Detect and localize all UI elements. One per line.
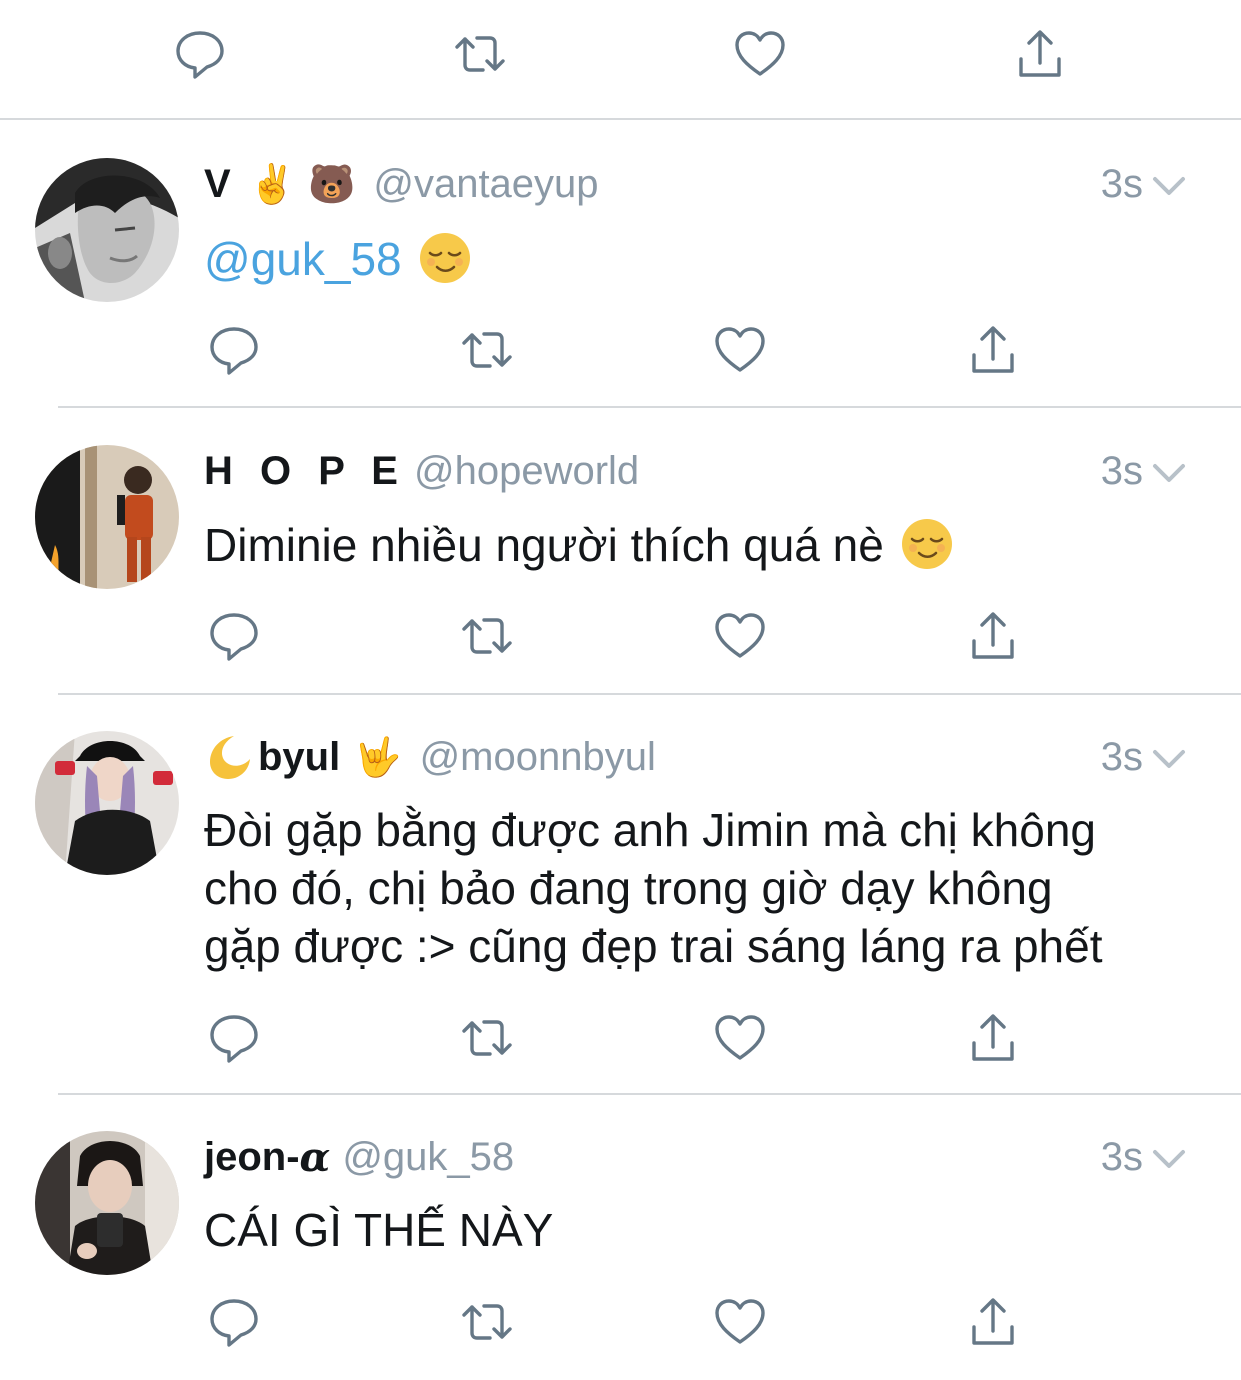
timestamp: 3s xyxy=(1100,162,1143,206)
reply-button[interactable] xyxy=(204,606,264,666)
mention-link[interactable]: @guk_58 xyxy=(204,233,402,285)
timestamp: 3s xyxy=(1100,449,1143,493)
like-button[interactable] xyxy=(710,320,770,380)
share-button[interactable] xyxy=(963,1292,1023,1352)
heart-icon xyxy=(735,31,785,76)
retweet-button[interactable] xyxy=(457,1292,517,1352)
like-button[interactable] xyxy=(710,1008,770,1068)
retweet-icon xyxy=(462,618,512,654)
tweet-menu-button[interactable] xyxy=(1149,166,1189,206)
previous-tweet-actions xyxy=(0,0,1241,120)
crescent-moon-emoji xyxy=(204,732,254,782)
tweet-menu-button[interactable] xyxy=(1149,739,1189,779)
display-name-suffix: α xyxy=(299,1133,331,1181)
tweet-text-content: CÁI GÌ THẾ NÀY xyxy=(204,1204,554,1256)
reply-button[interactable] xyxy=(204,1008,264,1068)
retweet-button[interactable] xyxy=(457,320,517,380)
share-icon xyxy=(972,1298,1014,1345)
tweet-header: V ✌️ 🐻 @vantaeyup xyxy=(204,158,599,210)
avatar[interactable] xyxy=(35,731,179,875)
user-handle[interactable]: @vantaeyup xyxy=(373,162,598,207)
share-icon xyxy=(972,1014,1014,1061)
retweet-button[interactable] xyxy=(457,606,517,666)
timestamp: 3s xyxy=(1100,735,1143,779)
reply-icon xyxy=(176,31,224,79)
tweet-text-content: Diminie nhiều người thích quá nè xyxy=(204,519,884,571)
tweet[interactable]: V ✌️ 🐻 @vantaeyup 3s @guk_58 xyxy=(0,120,1241,408)
chevron-down-icon xyxy=(1153,750,1185,768)
retweet-icon xyxy=(455,36,505,72)
share-button[interactable] xyxy=(1010,24,1070,84)
avatar[interactable] xyxy=(35,445,179,589)
share-icon xyxy=(1019,30,1061,77)
retweet-icon xyxy=(462,1304,512,1340)
tweet[interactable]: byul 🤟 @moonnbyul 3s Đòi gặp bằng được a… xyxy=(0,695,1241,1095)
display-name[interactable]: byul xyxy=(258,735,340,780)
like-button[interactable] xyxy=(710,606,770,666)
reply-icon xyxy=(210,1015,258,1063)
tweet-text: Diminie nhiều người thích quá nè xyxy=(204,516,1184,574)
reply-button[interactable] xyxy=(204,1292,264,1352)
tweet[interactable]: H O P E @hopeworld 3s Diminie nhiều ngườ… xyxy=(0,408,1241,695)
tweet-header: jeon-α @guk_58 xyxy=(204,1131,514,1183)
retweet-icon xyxy=(462,332,512,368)
tweet-text-line: Đòi gặp bằng được anh Jimin mà chị không xyxy=(204,804,1097,856)
like-button[interactable] xyxy=(730,24,790,84)
timestamp: 3s xyxy=(1100,1135,1143,1179)
heart-icon xyxy=(715,613,765,658)
tweet-text: Đòi gặp bằng được anh Jimin mà chị không… xyxy=(204,801,1184,975)
bear-emoji: 🐻 xyxy=(308,162,356,206)
tweet-header: byul 🤟 @moonnbyul xyxy=(204,731,656,783)
user-handle[interactable]: @hopeworld xyxy=(414,449,639,494)
reply-button[interactable] xyxy=(204,320,264,380)
avatar[interactable] xyxy=(35,1131,179,1275)
user-handle[interactable]: @moonnbyul xyxy=(420,735,656,780)
share-button[interactable] xyxy=(963,1008,1023,1068)
relieved-face-emoji xyxy=(900,517,954,571)
share-button[interactable] xyxy=(963,606,1023,666)
display-name[interactable]: jeon- xyxy=(204,1135,300,1180)
avatar[interactable] xyxy=(35,158,179,302)
reply-icon xyxy=(210,1299,258,1347)
retweet-button[interactable] xyxy=(450,24,510,84)
retweet-button[interactable] xyxy=(457,1008,517,1068)
tweet-header: H O P E @hopeworld xyxy=(204,445,639,497)
user-handle[interactable]: @guk_58 xyxy=(342,1135,514,1180)
reply-icon xyxy=(210,613,258,661)
share-icon xyxy=(972,612,1014,659)
reply-icon xyxy=(210,327,258,375)
heart-icon xyxy=(715,1299,765,1344)
chevron-down-icon xyxy=(1153,464,1185,482)
love-you-gesture-emoji: 🤟 xyxy=(354,735,402,779)
tweet-text-line: gặp được :> cũng đẹp trai sáng láng ra p… xyxy=(204,920,1103,972)
tweet-text: @guk_58 xyxy=(204,230,1184,288)
share-icon xyxy=(972,326,1014,373)
tweet-menu-button[interactable] xyxy=(1149,1139,1189,1179)
tweet-menu-button[interactable] xyxy=(1149,453,1189,493)
tweet[interactable]: jeon-α @guk_58 3s CÁI GÌ THẾ NÀY xyxy=(0,1095,1241,1380)
chevron-down-icon xyxy=(1153,177,1185,195)
tweet-text: CÁI GÌ THẾ NÀY xyxy=(204,1201,1184,1259)
victory-hand-emoji: ✌️ xyxy=(248,162,297,206)
heart-icon xyxy=(715,1015,765,1060)
retweet-icon xyxy=(462,1020,512,1056)
heart-icon xyxy=(715,327,765,372)
share-button[interactable] xyxy=(963,320,1023,380)
like-button[interactable] xyxy=(710,1292,770,1352)
reply-button[interactable] xyxy=(170,24,230,84)
display-name[interactable]: H O P E xyxy=(204,449,406,494)
relieved-face-emoji xyxy=(418,231,472,285)
tweet-text-line: cho đó, chị bảo đang trong giờ dạy không xyxy=(204,862,1053,914)
chevron-down-icon xyxy=(1153,1150,1185,1168)
display-name[interactable]: V xyxy=(204,162,231,207)
